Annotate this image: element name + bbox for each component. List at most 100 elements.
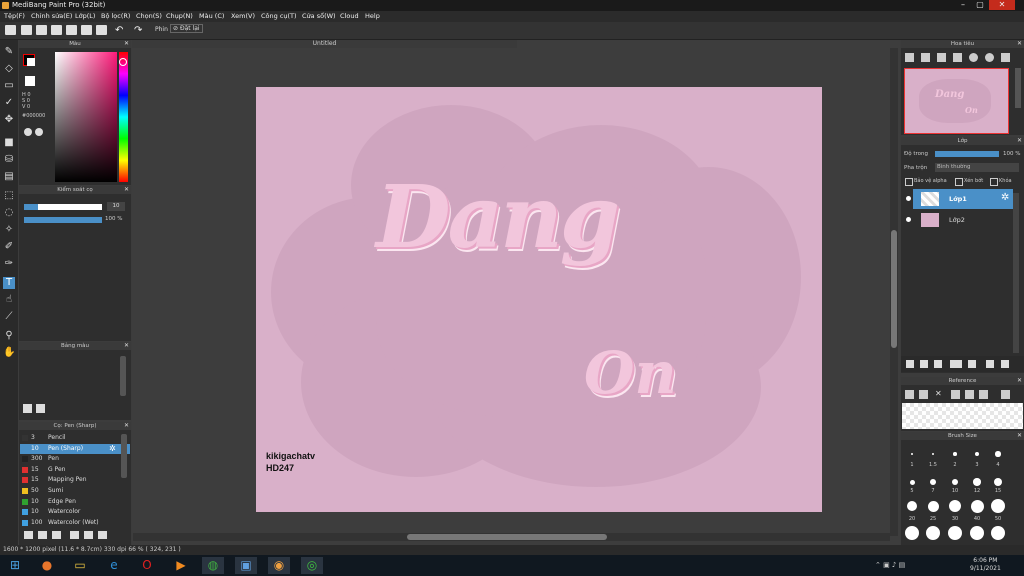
brush-size-dot[interactable] [909,479,915,485]
horizontal-scrollbar[interactable] [133,533,890,541]
brush-item[interactable]: 15 G Pen [20,465,130,475]
rect-tool-icon[interactable]: ▭ [3,80,15,92]
chrome-icon[interactable]: ◎ [301,557,323,574]
blend-mode-select[interactable]: Bình thường [935,163,1019,172]
reset-button[interactable]: ⊘ Đặt lại [170,24,203,33]
navigator-scrollbar[interactable] [1015,68,1021,108]
folder-icon[interactable] [968,360,976,368]
drawing-canvas[interactable]: Dang On kikigachatv HD247 [256,87,822,512]
brush-size-slider[interactable] [24,204,102,210]
wheel-icon[interactable] [35,128,43,136]
brush-list-scrollbar[interactable] [121,434,127,478]
ref-open-icon[interactable] [905,390,914,399]
protect-alpha-checkbox[interactable] [905,178,913,186]
close-icon[interactable]: ✕ [1017,137,1022,145]
visibility-icon[interactable] [906,196,911,201]
eyedropper-tool-icon[interactable]: ⚲ [3,330,15,342]
brush-new-icon[interactable] [38,531,47,539]
clock[interactable]: 6:06 PM 9/11/2021 [970,557,1001,573]
add-menu-icon[interactable] [950,360,962,368]
actual-size-icon[interactable] [953,53,962,62]
close-icon[interactable]: ✕ [124,342,129,350]
layer-settings-icon[interactable] [986,360,994,368]
brush-size-dot[interactable] [949,500,961,512]
text-tool-icon[interactable]: T [3,277,15,289]
brush-item[interactable]: 3 Pencil [20,433,130,443]
new-layer-icon[interactable] [906,360,914,368]
ref-eyedropper-icon[interactable] [1001,390,1010,399]
brush-size-dot[interactable] [995,451,1001,457]
brush-size-dot[interactable] [991,526,1005,540]
layer-scrollbar[interactable] [1013,193,1019,353]
gear-icon[interactable]: ✲ [109,444,116,454]
palette-scrollbar[interactable] [120,356,126,396]
new-icon[interactable] [51,25,62,35]
brush-size-value[interactable]: 10 [107,202,125,211]
brush-size-dot[interactable] [907,501,917,511]
minimize-button[interactable]: – [955,0,971,10]
edge-icon[interactable]: e [103,557,125,574]
brush-delete-icon[interactable] [52,531,61,539]
hue-handle[interactable] [119,58,127,66]
comment-icon[interactable] [36,25,47,35]
ref-zoom-in-icon[interactable] [951,390,960,399]
fit-icon[interactable] [937,53,946,62]
cloud-icon[interactable] [5,25,16,35]
ref-fit-icon[interactable] [965,390,974,399]
ruler-icon[interactable] [96,25,107,35]
select-tool-icon[interactable]: ⬚ [3,190,15,202]
operation-tool-icon[interactable]: ☝ [3,294,15,306]
rotate-right-icon[interactable] [985,53,994,62]
clipping-checkbox[interactable] [955,178,963,186]
brush-item[interactable]: 300 Pen [20,454,130,464]
redo-icon[interactable]: ↷ [134,25,142,36]
save-icon[interactable] [21,25,32,35]
lock-checkbox[interactable] [990,178,998,186]
menu-file[interactable]: Tệp(F) [4,12,25,20]
brush-folder-icon[interactable] [84,531,93,539]
brush-size-dot[interactable] [953,452,957,456]
delete-palette-icon[interactable] [36,404,45,413]
lasso-tool-icon[interactable]: ◌ [3,207,15,219]
transparent-swatch[interactable] [25,76,35,86]
brush-size-dot[interactable] [970,499,984,513]
brush-size-dot[interactable] [926,526,940,540]
menu-layer[interactable]: Lớp(L) [75,12,95,20]
maximize-button[interactable]: ▢ [972,0,988,10]
eraser-tool-icon[interactable]: ◇ [3,63,15,75]
start-icon[interactable]: ⊞ [4,557,26,574]
app-icon[interactable]: ◍ [202,557,224,574]
undo-icon[interactable]: ↶ [115,25,123,36]
gradient-tool-icon[interactable]: ▤ [3,171,15,183]
prev-label[interactable]: Phin [155,26,168,33]
select-eraser-tool-icon[interactable]: ✑ [3,258,15,270]
brush-item[interactable]: 50 Sumi [20,486,130,496]
layer-row[interactable]: Lớp1 ✲ [903,189,1013,209]
vertical-scroll-thumb[interactable] [891,230,897,348]
select-pen-tool-icon[interactable]: ✐ [3,241,15,253]
computer-icon[interactable]: ▣ [235,557,257,574]
horizontal-scroll-thumb[interactable] [407,534,607,540]
layer-opacity-slider[interactable] [935,151,999,157]
close-icon[interactable]: ✕ [124,422,129,430]
brush-add-icon[interactable] [24,531,33,539]
menu-edit[interactable]: Chỉnh sửa(E) [31,12,72,20]
bucket-tool-icon[interactable]: ⛁ [3,154,15,166]
ref-close-icon[interactable]: ✕ [935,389,942,398]
snap-icon[interactable] [81,25,92,35]
vertical-scrollbar[interactable] [890,48,898,536]
brush-item[interactable]: 10 Pen (Sharp) ✲ [20,443,130,454]
menu-color[interactable]: Màu (C) [199,12,224,20]
fill-rect-tool-icon[interactable]: ■ [3,137,15,149]
zoom-in-icon[interactable] [905,53,914,62]
menu-cloud[interactable]: Cloud [340,12,359,20]
navigator-preview[interactable]: Dang On [904,68,1009,134]
dot-tool-icon[interactable]: ✓ [3,97,15,109]
brush-size-dot[interactable] [905,526,919,540]
ref-folder-icon[interactable] [919,390,928,399]
media-icon[interactable]: ▶ [170,557,192,574]
grid-icon[interactable] [66,25,77,35]
merge-layer-icon[interactable] [934,360,942,368]
brush-tool-icon[interactable]: ✎ [3,46,15,58]
divide-tool-icon[interactable]: ⟋ [3,311,15,323]
